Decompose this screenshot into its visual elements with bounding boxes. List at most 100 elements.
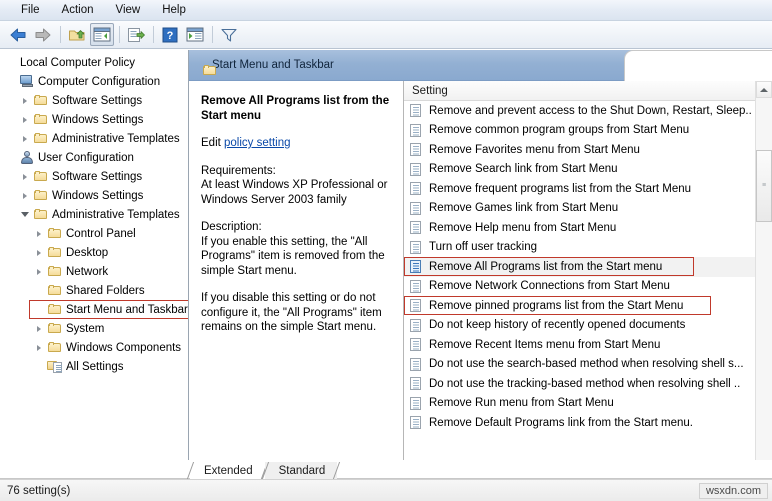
tree-item[interactable]: Computer Configuration	[0, 72, 188, 91]
user-icon	[18, 151, 36, 164]
chevron-right-icon[interactable]	[18, 116, 32, 123]
chevron-right-icon[interactable]	[18, 135, 32, 142]
settings-list-row-label: Remove Default Programs link from the St…	[429, 416, 693, 429]
chevron-right-icon[interactable]	[32, 268, 46, 275]
chevron-right-icon[interactable]	[32, 325, 46, 332]
settings-list[interactable]: Remove and prevent access to the Shut Do…	[404, 101, 755, 461]
chevron-right-icon[interactable]	[18, 173, 32, 180]
requirements-text: At least Windows XP Professional or Wind…	[201, 179, 388, 206]
menu-item-help[interactable]: Help	[151, 2, 197, 19]
policy-setting-icon	[410, 299, 427, 313]
description-section-2: If you disable this setting or do not co…	[201, 291, 391, 335]
settings-list-row[interactable]: Remove pinned programs list from the Sta…	[404, 296, 755, 316]
folder-icon	[46, 228, 64, 239]
tree-item-label: Software Settings	[52, 94, 143, 107]
chevron-right-icon[interactable]	[32, 249, 46, 256]
settings-list-row[interactable]: Remove Search link from Start Menu	[404, 160, 755, 180]
tree-item[interactable]: Windows Components	[0, 338, 188, 357]
tree-item[interactable]: Windows Settings	[0, 186, 188, 205]
chevron-right-icon[interactable]	[18, 97, 32, 104]
settings-list-row[interactable]: Remove Games link from Start Menu	[404, 199, 755, 219]
policy-setting-link[interactable]: policy setting	[224, 137, 290, 149]
menu-item-file[interactable]: File	[10, 2, 51, 19]
settings-list-row[interactable]: Remove and prevent access to the Shut Do…	[404, 101, 755, 121]
tree-item[interactable]: Shared Folders	[0, 281, 188, 300]
settings-list-row[interactable]: Remove common program groups from Start …	[404, 121, 755, 141]
tree-item[interactable]: Network	[0, 262, 188, 281]
vertical-scroll-thumb[interactable]: ≡	[756, 150, 772, 222]
vertical-scroll-track[interactable]: ≡	[756, 98, 772, 461]
tree-item-label: Desktop	[66, 246, 109, 259]
help-icon[interactable]: ?	[158, 23, 182, 46]
chevron-down-icon[interactable]	[18, 212, 32, 217]
folder-icon	[46, 342, 64, 353]
policy-setting-icon	[410, 357, 427, 371]
forward-icon[interactable]	[31, 23, 55, 46]
tree-item[interactable]: User Configuration	[0, 148, 188, 167]
settings-list-row-label: Remove Favorites menu from Start Menu	[429, 143, 640, 156]
settings-list-row[interactable]: Remove Run menu from Start Menu	[404, 394, 755, 414]
policy-setting-icon	[410, 162, 427, 176]
chevron-right-icon[interactable]	[18, 192, 32, 199]
policy-setting-icon	[410, 396, 427, 410]
settings-list-row[interactable]: Remove Favorites menu from Start Menu	[404, 140, 755, 160]
menu-item-view[interactable]: View	[105, 2, 152, 19]
tree-item[interactable]: Control Panel	[0, 224, 188, 243]
toolbar-separator	[119, 26, 120, 43]
settings-list-row-label: Remove common program groups from Start …	[429, 124, 690, 137]
settings-list-row-label: Remove Network Connections from Start Me…	[429, 280, 670, 293]
settings-list-row[interactable]: Do not keep history of recently opened d…	[404, 316, 755, 336]
policy-setting-icon	[410, 279, 427, 293]
description-paragraph-1: If you enable this setting, the "All Pro…	[201, 235, 385, 277]
back-icon[interactable]	[6, 23, 30, 46]
up-folder-icon[interactable]	[65, 23, 89, 46]
chevron-right-icon[interactable]	[32, 230, 46, 237]
show-hide-console-tree-icon[interactable]	[90, 23, 114, 46]
tab-standard[interactable]: Standard	[264, 462, 338, 479]
setting-column-header[interactable]: Setting	[404, 81, 755, 101]
all-settings-icon	[46, 360, 64, 373]
menu-item-action[interactable]: Action	[51, 2, 105, 19]
panes-container: Remove All Programs list from the Start …	[189, 81, 772, 478]
settings-list-row[interactable]: Do not use the tracking-based method whe…	[404, 374, 755, 394]
tree-item[interactable]: All Settings	[0, 357, 188, 376]
filter-icon[interactable]	[217, 23, 241, 46]
chevron-right-icon[interactable]	[32, 344, 46, 351]
tab-extended[interactable]: Extended	[190, 462, 265, 479]
settings-list-row[interactable]: Remove Recent Items menu from Start Menu	[404, 335, 755, 355]
policy-setting-icon	[410, 221, 427, 235]
tree-item[interactable]: Start Menu and Taskbar	[0, 300, 188, 319]
scroll-up-arrow-icon[interactable]	[756, 81, 772, 98]
policy-tree[interactable]: Local Computer Policy Computer Configurat…	[0, 50, 188, 461]
scroll-thumb-grip: ≡	[761, 182, 767, 190]
tree-item[interactable]: Desktop	[0, 243, 188, 262]
watermark: wsxdn.com	[698, 483, 768, 499]
settings-list-row-label: Remove Recent Items menu from Start Menu	[429, 338, 661, 351]
folder-icon	[32, 190, 50, 201]
settings-list-row[interactable]: Turn off user tracking	[404, 238, 755, 258]
tree-item[interactable]: Software Settings	[0, 167, 188, 186]
settings-list-row[interactable]: Remove Default Programs link from the St…	[404, 413, 755, 433]
tree-item-label: Computer Configuration	[38, 75, 161, 88]
export-list-icon[interactable]	[124, 23, 148, 46]
tree-item[interactable]: Windows Settings	[0, 110, 188, 129]
settings-list-row[interactable]: Remove All Programs list from the Start …	[404, 257, 755, 277]
policy-detail-title: Remove All Programs list from the Start …	[201, 95, 390, 122]
tree-item[interactable]: System	[0, 319, 188, 338]
list-vertical-scrollbar[interactable]: ≡	[755, 81, 772, 478]
tree-item[interactable]: Local Computer Policy	[0, 53, 188, 72]
folder-icon	[32, 171, 50, 182]
settings-list-row[interactable]: Remove frequent programs list from the S…	[404, 179, 755, 199]
svg-text:?: ?	[167, 30, 174, 42]
tree-item-label: Shared Folders	[66, 284, 145, 297]
settings-list-row[interactable]: Do not use the search-based method when …	[404, 355, 755, 375]
show-hide-action-pane-icon[interactable]	[183, 23, 207, 46]
folder-icon	[32, 133, 50, 144]
tree-item-label: Software Settings	[52, 170, 143, 183]
tree-item[interactable]: Administrative Templates	[0, 129, 188, 148]
tree-item[interactable]: Software Settings	[0, 91, 188, 110]
settings-list-row-label: Do not use the search-based method when …	[429, 358, 744, 371]
settings-list-row[interactable]: Remove Network Connections from Start Me…	[404, 277, 755, 297]
tree-item[interactable]: Administrative Templates	[0, 205, 188, 224]
settings-list-row[interactable]: Remove Help menu from Start Menu	[404, 218, 755, 238]
